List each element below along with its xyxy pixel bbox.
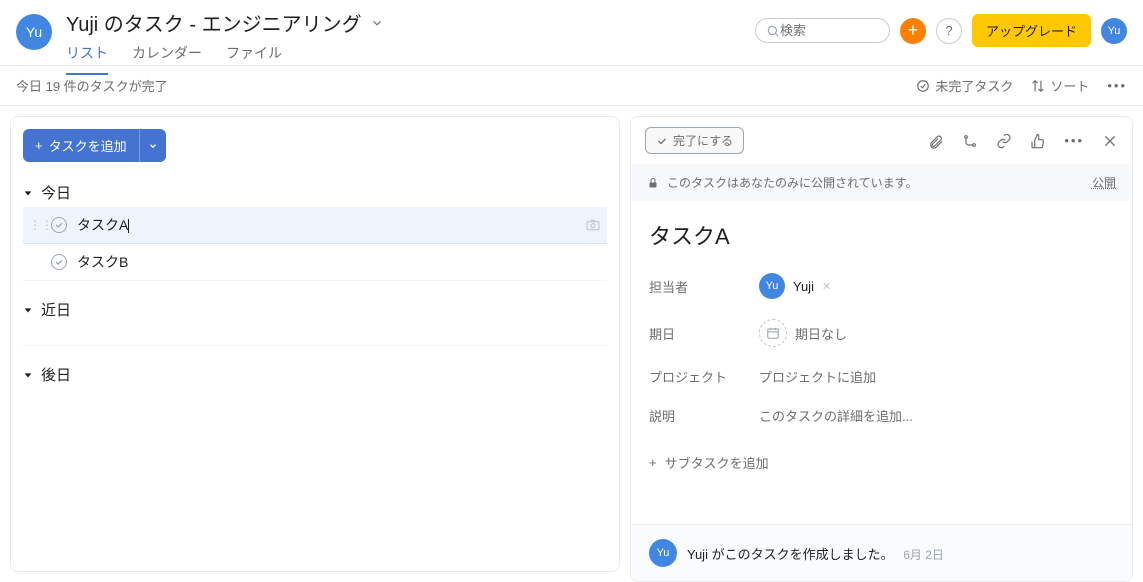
sort-button[interactable]: ソート: [1031, 76, 1089, 95]
description-placeholder: このタスクの詳細を追加...: [759, 406, 913, 425]
tab-files[interactable]: ファイル: [226, 43, 282, 75]
complete-checkbox[interactable]: [51, 254, 67, 270]
lock-icon: [647, 177, 659, 189]
sort-label: ソート: [1050, 76, 1089, 95]
complete-label: 完了にする: [673, 132, 733, 149]
activity-row: Yu Yuji がこのタスクを作成しました。 6月 2日: [631, 524, 1132, 581]
assignee-field[interactable]: Yu Yuji ✕: [759, 273, 831, 299]
user-avatar-small[interactable]: Yu: [1101, 18, 1127, 44]
task-name[interactable]: タスクA: [77, 215, 129, 235]
upgrade-button[interactable]: アップグレード: [972, 14, 1091, 47]
due-text: 期日なし: [795, 324, 847, 343]
section-label: 近日: [41, 299, 71, 320]
section-label: 後日: [41, 364, 71, 385]
filter-incomplete[interactable]: 未完了タスク: [916, 76, 1013, 95]
status-text: 今日 19 件のタスクが完了: [16, 76, 168, 95]
close-icon[interactable]: [1102, 133, 1118, 149]
search-box[interactable]: [755, 18, 890, 43]
page-title: Yuji のタスク - エンジニアリング: [66, 8, 362, 37]
more-icon[interactable]: •••: [1107, 78, 1127, 93]
due-label: 期日: [649, 324, 759, 343]
user-avatar[interactable]: Yu: [16, 14, 52, 50]
search-icon: [766, 24, 780, 38]
description-field[interactable]: このタスクの詳細を追加...: [759, 406, 913, 425]
details-icon[interactable]: [585, 217, 601, 233]
assignee-label: 担当者: [649, 277, 759, 296]
tab-list[interactable]: リスト: [66, 43, 108, 75]
task-row[interactable]: ⋮⋮ タスクA: [23, 207, 607, 244]
link-icon[interactable]: [996, 133, 1012, 149]
section-label: 今日: [41, 182, 71, 203]
plus-icon: +: [649, 455, 657, 470]
check-circle-icon: [916, 79, 930, 93]
task-title[interactable]: タスクA: [649, 219, 1114, 251]
check-icon: [54, 220, 64, 230]
chevron-down-icon[interactable]: [370, 16, 384, 30]
activity-avatar: Yu: [649, 539, 677, 567]
grip-icon[interactable]: ⋮⋮: [29, 218, 41, 232]
triangle-down-icon: [23, 370, 33, 380]
more-icon[interactable]: •••: [1064, 133, 1084, 149]
subtask-label: サブタスクを追加: [665, 453, 769, 472]
complete-checkbox[interactable]: [51, 217, 67, 233]
plus-icon: +: [35, 138, 43, 153]
calendar-icon: [759, 319, 787, 347]
due-field[interactable]: 期日なし: [759, 319, 847, 347]
search-input[interactable]: [780, 23, 860, 38]
attachment-icon[interactable]: [928, 133, 944, 149]
project-text: プロジェクトに追加: [759, 367, 876, 386]
privacy-text: このタスクはあなたのみに公開されています。: [667, 174, 917, 191]
mark-complete-button[interactable]: 完了にする: [645, 127, 744, 154]
add-task-dropdown[interactable]: [139, 129, 166, 162]
remove-assignee-icon[interactable]: ✕: [822, 280, 831, 293]
tab-calendar[interactable]: カレンダー: [132, 43, 202, 75]
check-icon: [54, 257, 64, 267]
add-button[interactable]: +: [900, 18, 926, 44]
help-button[interactable]: ?: [936, 18, 962, 44]
triangle-down-icon: [23, 305, 33, 315]
project-label: プロジェクト: [649, 367, 759, 386]
description-label: 説明: [649, 406, 759, 425]
section-today[interactable]: 今日: [23, 178, 607, 207]
assignee-avatar: Yu: [759, 273, 785, 299]
triangle-down-icon: [23, 188, 33, 198]
add-task-button[interactable]: + タスクを追加: [23, 129, 139, 162]
section-later[interactable]: 後日: [23, 360, 607, 389]
subtask-icon[interactable]: [962, 133, 978, 149]
add-task-label: タスクを追加: [49, 136, 127, 155]
filter-label: 未完了タスク: [935, 76, 1013, 95]
activity-text: Yuji がこのタスクを作成しました。: [687, 547, 894, 562]
chevron-down-icon: [148, 141, 158, 151]
assignee-name: Yuji: [793, 279, 814, 294]
sort-icon: [1031, 79, 1045, 93]
add-subtask-button[interactable]: + サブタスクを追加: [649, 453, 1114, 472]
task-name[interactable]: タスクB: [77, 252, 128, 272]
section-soon[interactable]: 近日: [23, 295, 607, 324]
publish-link[interactable]: 公開: [1092, 174, 1116, 191]
task-row[interactable]: ⋮⋮ タスクB: [23, 244, 607, 281]
check-icon: [656, 135, 668, 147]
like-icon[interactable]: [1030, 133, 1046, 149]
project-field[interactable]: プロジェクトに追加: [759, 367, 876, 386]
activity-date: 6月 2日: [903, 548, 944, 562]
